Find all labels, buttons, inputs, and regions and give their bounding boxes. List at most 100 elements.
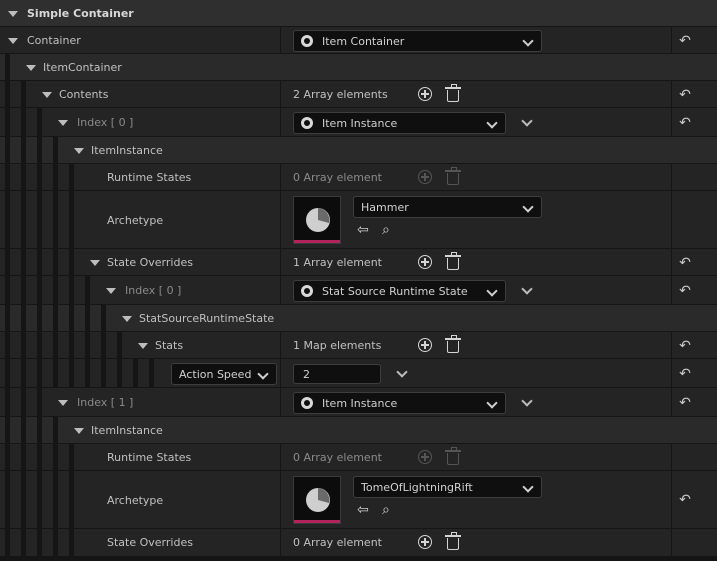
- row-index-0: Index [ 0 ] Item Instance ↶: [0, 108, 717, 137]
- details-panel: Simple Container Container Item Containe…: [0, 0, 717, 561]
- array-count: 2 Array elements: [293, 88, 388, 101]
- array-count: 0 Array element: [293, 536, 382, 549]
- trash-icon[interactable]: [445, 532, 461, 550]
- trash-icon[interactable]: [445, 335, 461, 353]
- property-label: Contents: [59, 88, 109, 101]
- row-archetype-0: Archetype Hammer ⇦ ⌕: [0, 191, 717, 249]
- expand-arrow-icon[interactable]: [42, 92, 52, 98]
- row-index-1: Index [ 1 ] Item Instance ↶: [0, 388, 717, 417]
- chevron-down-icon: [486, 285, 498, 297]
- reset-arrow-icon[interactable]: ↶: [678, 116, 692, 130]
- expand-arrow-icon[interactable]: [138, 343, 148, 349]
- expand-arrow-icon[interactable]: [106, 288, 116, 294]
- map-value-input[interactable]: 2: [293, 364, 381, 384]
- array-count: 0 Array element: [293, 451, 382, 464]
- chevron-down-icon: [486, 117, 498, 129]
- row-item-instance-1: ItemInstance: [0, 417, 717, 444]
- reset-arrow-icon[interactable]: ↶: [678, 339, 692, 353]
- chevron-down-icon: [257, 368, 269, 380]
- expand-arrow-icon[interactable]: [8, 38, 18, 44]
- category-title: Simple Container: [27, 7, 134, 20]
- property-label: Index [ 1 ]: [77, 396, 134, 409]
- row-stats: Stats 1 Map elements ↶: [0, 332, 717, 359]
- add-icon[interactable]: [418, 535, 432, 549]
- browse-asset-icon[interactable]: ⇦: [357, 223, 369, 237]
- browse-asset-icon[interactable]: ⇦: [357, 503, 369, 517]
- property-label: ItemInstance: [91, 144, 163, 157]
- container-class-combo[interactable]: Item Container: [293, 30, 542, 52]
- property-label: Index [ 0 ]: [125, 284, 182, 297]
- add-icon[interactable]: [418, 255, 432, 269]
- reset-arrow-icon[interactable]: ↶: [678, 88, 692, 102]
- category-header[interactable]: Simple Container: [0, 0, 717, 27]
- element-options-icon[interactable]: [521, 115, 533, 127]
- expand-arrow-icon[interactable]: [122, 316, 132, 322]
- chevron-down-icon: [522, 481, 534, 493]
- instance-class-combo[interactable]: Item Instance: [293, 392, 506, 414]
- add-icon: [418, 170, 432, 184]
- array-count: 0 Array element: [293, 171, 382, 184]
- asset-thumbnail-icon[interactable]: [293, 476, 341, 524]
- asset-picker-combo[interactable]: TomeOfLightningRift: [353, 476, 542, 498]
- expand-arrow-icon[interactable]: [74, 428, 84, 434]
- row-item-instance-0: ItemInstance: [0, 137, 717, 164]
- expand-arrow-icon[interactable]: [26, 65, 36, 71]
- reset-arrow-icon[interactable]: ↶: [678, 284, 692, 298]
- property-label: Container: [27, 34, 81, 47]
- trash-icon: [445, 167, 461, 185]
- map-key-combo[interactable]: Action Speed: [171, 363, 277, 385]
- add-icon[interactable]: [418, 87, 432, 101]
- map-count: 1 Map elements: [293, 339, 382, 352]
- trash-icon[interactable]: [445, 84, 461, 102]
- entry-options-icon[interactable]: [396, 366, 408, 378]
- property-label: Stats: [155, 339, 184, 352]
- expand-arrow-icon[interactable]: [58, 120, 68, 126]
- state-class-combo[interactable]: Stat Source Runtime State: [293, 280, 506, 302]
- array-count: 1 Array element: [293, 256, 382, 269]
- expand-arrow-icon[interactable]: [74, 148, 84, 154]
- chevron-down-icon: [486, 397, 498, 409]
- element-options-icon[interactable]: [521, 283, 533, 295]
- asset-thumbnail-icon[interactable]: [293, 196, 341, 244]
- instance-class-combo[interactable]: Item Instance: [293, 112, 506, 134]
- element-options-icon[interactable]: [521, 395, 533, 407]
- asset-picker-combo[interactable]: Hammer: [353, 196, 542, 218]
- property-label: State Overrides: [107, 536, 193, 549]
- row-state-override-index-0: Index [ 0 ] Stat Source Runtime State ↶: [0, 276, 717, 305]
- class-icon: [301, 397, 313, 409]
- class-icon: [301, 285, 313, 297]
- reset-arrow-icon[interactable]: ↶: [678, 396, 692, 410]
- reset-arrow-icon[interactable]: ↶: [678, 256, 692, 270]
- find-asset-icon[interactable]: ⌕: [382, 223, 390, 237]
- expand-arrow-icon[interactable]: [90, 260, 100, 266]
- row-runtime-states-0: Runtime States 0 Array element: [0, 164, 717, 191]
- row-contents: Contents 2 Array elements ↶: [0, 81, 717, 108]
- class-icon: [301, 35, 313, 47]
- property-label: Index [ 0 ]: [77, 116, 134, 129]
- property-label: Archetype: [107, 214, 164, 227]
- class-icon: [301, 117, 313, 129]
- row-state-overrides-1: State Overrides 0 Array element: [0, 529, 717, 557]
- reset-arrow-icon[interactable]: ↶: [678, 367, 692, 381]
- row-map-entry: Action Speed 2 ↶: [0, 359, 717, 388]
- property-label: Runtime States: [107, 451, 192, 464]
- chevron-down-icon: [522, 201, 534, 213]
- find-asset-icon[interactable]: ⌕: [382, 503, 390, 517]
- trash-icon[interactable]: [445, 252, 461, 270]
- reset-arrow-icon[interactable]: ↶: [678, 34, 692, 48]
- add-icon[interactable]: [418, 338, 432, 352]
- trash-icon: [445, 447, 461, 465]
- row-runtime-states-1: Runtime States 0 Array element: [0, 444, 717, 471]
- expand-arrow-icon[interactable]: [58, 400, 68, 406]
- expand-arrow-icon[interactable]: [8, 11, 18, 17]
- reset-arrow-icon[interactable]: ↶: [678, 493, 692, 507]
- row-container: Container Item Container ↶: [0, 27, 717, 54]
- chevron-down-icon: [522, 35, 534, 47]
- property-label: ItemContainer: [43, 61, 122, 74]
- row-stat-source-runtime-state: StatSourceRuntimeState: [0, 305, 717, 332]
- row-state-overrides-0: State Overrides 1 Array element ↶: [0, 249, 717, 276]
- property-label: Archetype: [107, 494, 164, 507]
- property-label: State Overrides: [107, 256, 193, 269]
- property-label: Runtime States: [107, 171, 192, 184]
- row-item-container: ItemContainer: [0, 54, 717, 81]
